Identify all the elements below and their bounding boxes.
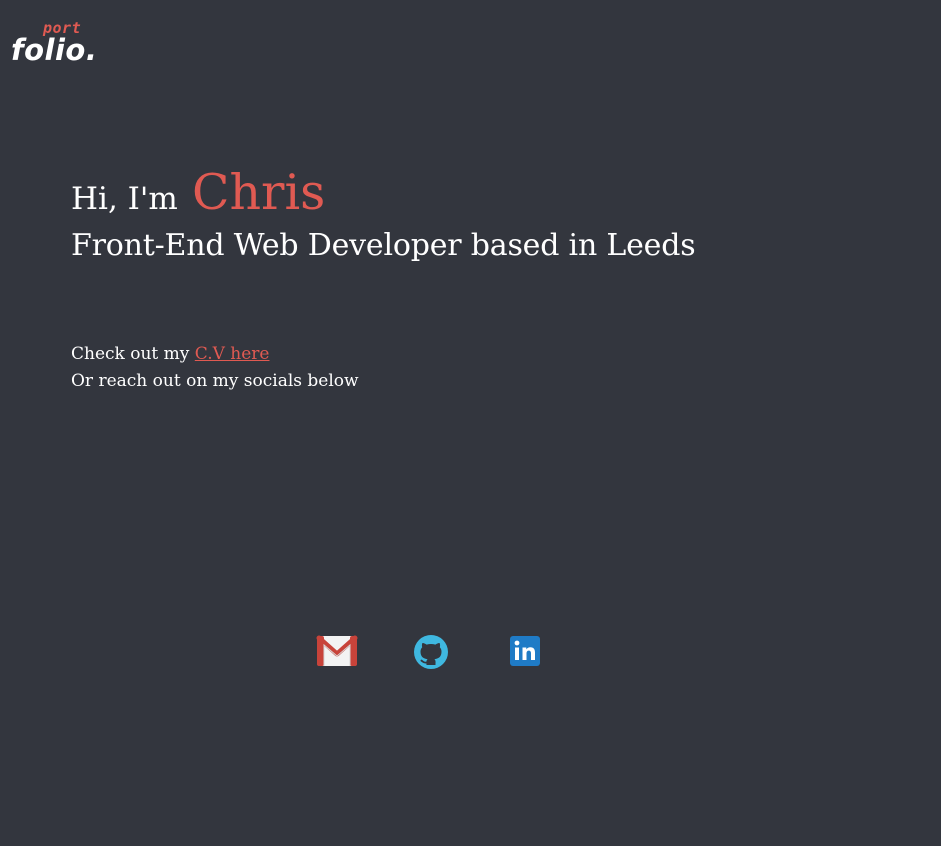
gmail-link[interactable] <box>315 630 359 674</box>
gmail-icon <box>316 635 358 666</box>
greeting-heading: Hi, I'm Chris <box>71 168 831 217</box>
cv-link[interactable]: C.V here <box>195 344 270 364</box>
socials-prompt: Or reach out on my socials below <box>71 371 359 391</box>
hero-subtitle: Front-End Web Developer based in Leeds <box>71 228 696 263</box>
social-links <box>0 630 860 674</box>
greeting-name: Chris <box>192 164 326 221</box>
cv-line: Check out my C.V here <box>71 341 359 368</box>
greeting-prefix: Hi, I'm <box>71 181 178 217</box>
hero-section: Hi, I'm Chris Front-End Web Developer ba… <box>71 168 831 262</box>
github-link[interactable] <box>409 630 453 674</box>
logo-bottom-text: folio. <box>11 33 98 67</box>
portfolio-logo[interactable]: port folio. <box>10 20 100 75</box>
cv-prefix-text: Check out my <box>71 344 190 364</box>
linkedin-icon <box>510 636 540 666</box>
linkedin-link[interactable] <box>503 630 547 674</box>
github-icon <box>414 635 448 669</box>
contact-block: Check out my C.V here Or reach out on my… <box>71 341 359 395</box>
